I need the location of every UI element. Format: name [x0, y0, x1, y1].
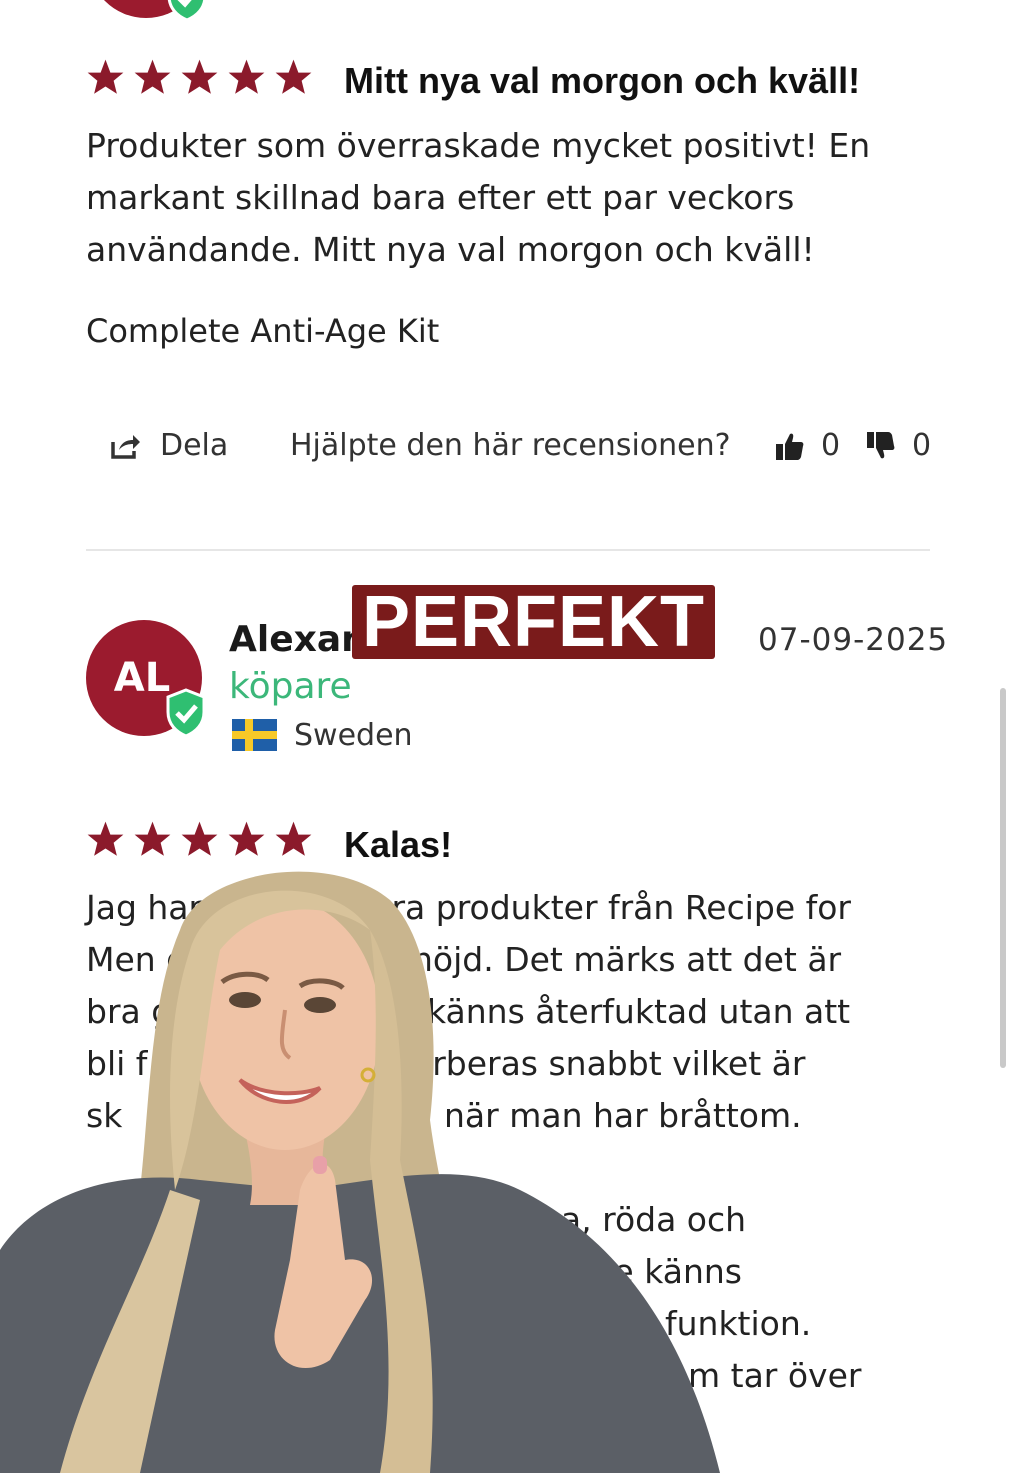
- review1-body-line: användande. Mitt nya val morgon och kväl…: [86, 230, 815, 269]
- review1-body-line: markant skillnad bara efter ett par veck…: [86, 178, 795, 217]
- sweden-flag-icon: [232, 719, 277, 751]
- review1-body: Produkter som överraskade mycket positiv…: [86, 120, 870, 276]
- star-icon: [134, 59, 171, 94]
- star-icon: [275, 59, 312, 94]
- star-icon: [181, 821, 218, 856]
- verified-badge-icon: [167, 0, 207, 22]
- star-icon: [228, 821, 265, 856]
- star-icon: [87, 59, 124, 94]
- verified-badge-icon: [166, 688, 206, 738]
- review1-rating: [86, 58, 313, 97]
- scrollbar-thumb[interactable]: [1000, 688, 1006, 1068]
- share-icon: [111, 434, 140, 459]
- review2-rating: [86, 820, 313, 859]
- review1-title: Mitt nya val morgon och kväll!: [344, 60, 861, 101]
- review1-body-line: Produkter som överraskade mycket positiv…: [86, 126, 871, 165]
- thumbs-up-icon: [776, 433, 804, 460]
- thumbs-down-count: 0: [912, 428, 932, 463]
- review-date: 07-09-2025: [758, 622, 949, 658]
- overlay-caption: PERFEKT: [352, 585, 716, 659]
- star-icon: [275, 821, 312, 856]
- verified-buyer-label: köpare: [229, 666, 352, 707]
- helpful-question: Hjälpte den här recensionen?: [290, 428, 731, 463]
- review-divider: [86, 549, 930, 551]
- thumbs-up-button[interactable]: 0: [775, 428, 840, 463]
- star-icon: [87, 821, 124, 856]
- avatar-initials: AL: [113, 655, 171, 701]
- thumbs-down-button[interactable]: 0: [866, 428, 931, 463]
- star-icon: [181, 59, 218, 94]
- presenter-overlay: [0, 871, 720, 1473]
- star-icon: [134, 821, 171, 856]
- review1-product[interactable]: Complete Anti-Age Kit: [86, 312, 439, 350]
- reviewer-country: Sweden: [294, 718, 413, 753]
- thumbs-up-count: 0: [821, 428, 841, 463]
- share-label: Dela: [160, 428, 229, 463]
- star-icon: [228, 59, 265, 94]
- thumbs-down-icon: [867, 431, 895, 458]
- reviewer-name: Alexan: [229, 619, 367, 660]
- share-button[interactable]: Dela: [110, 428, 228, 463]
